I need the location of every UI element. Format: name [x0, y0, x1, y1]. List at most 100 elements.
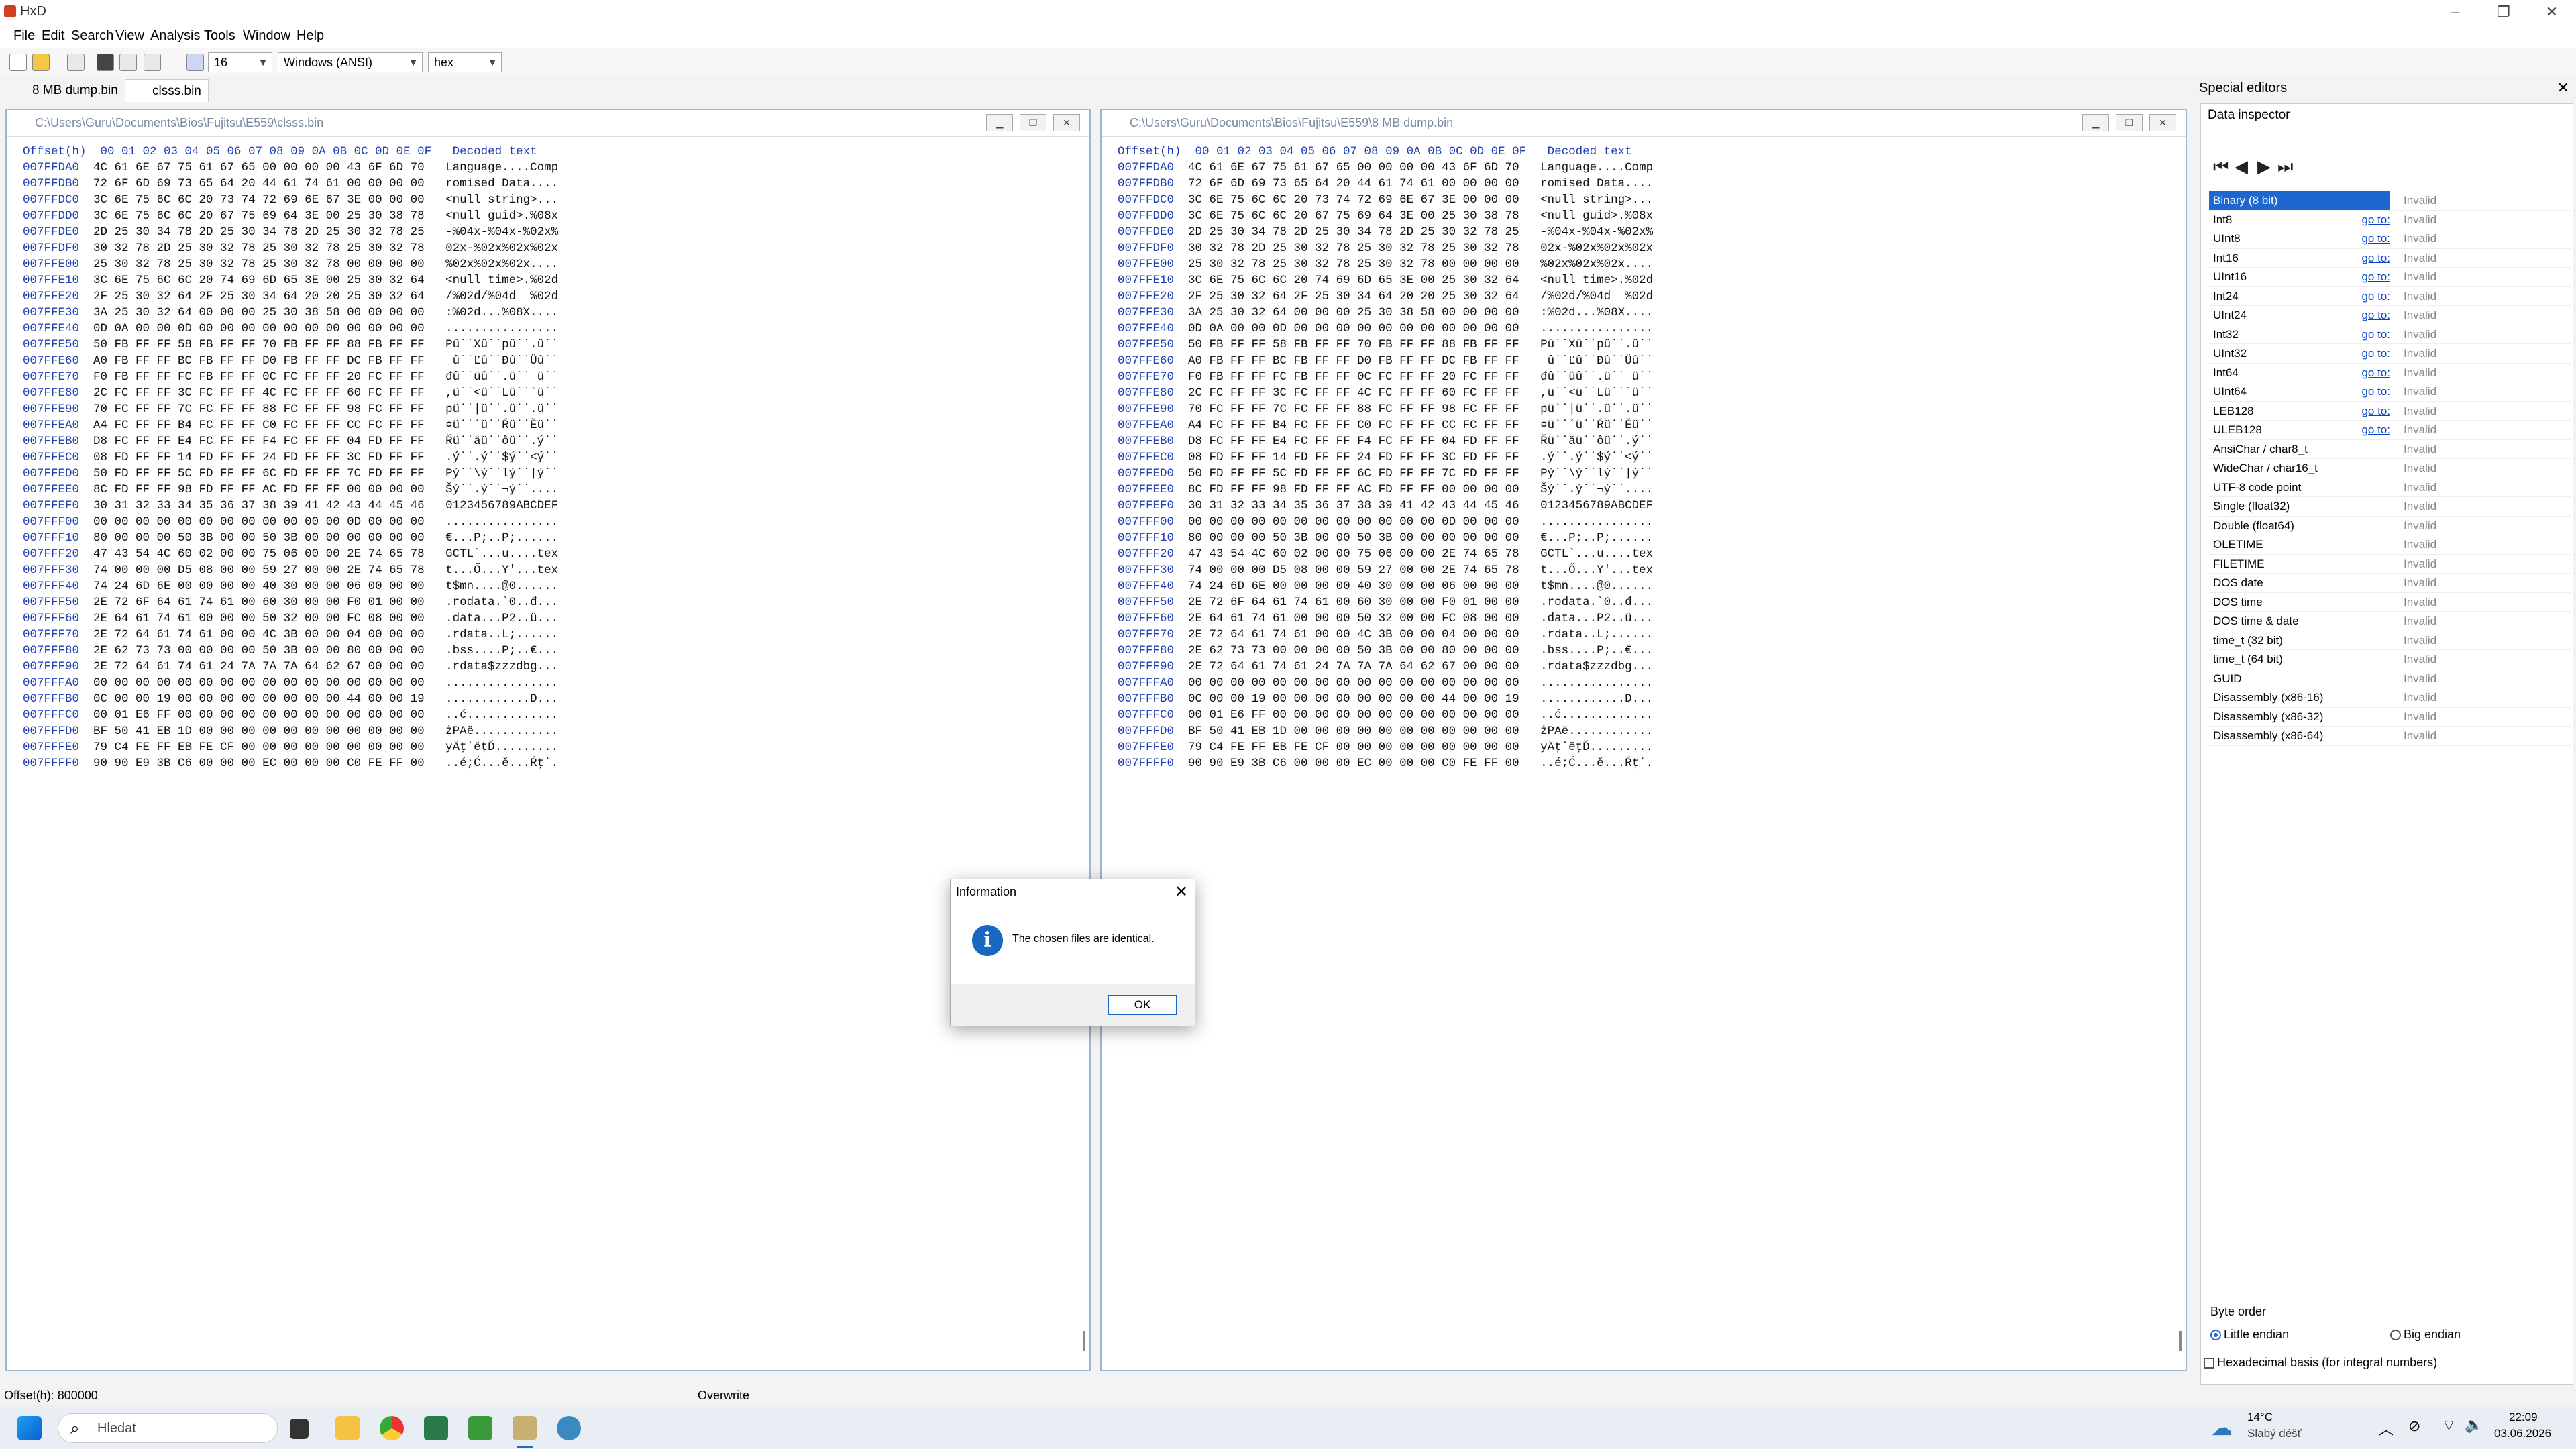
row-bytes[interactable]: 47 43 54 4C 60 02 00 00 75 06 00 00 2E 7…: [93, 547, 425, 561]
network-off-icon[interactable]: ⊘: [2408, 1417, 2420, 1435]
row-decoded-text[interactable]: <null string>...: [1540, 193, 1653, 207]
hex-row[interactable]: 007FFFB0 0C 00 00 19 00 00 00 00 00 00 0…: [23, 691, 558, 707]
goto-link[interactable]: go to:: [2350, 287, 2390, 306]
row-decoded-text[interactable]: ,ü˙˙<ü˙˙Lü˙˙`ü˙˙: [1540, 386, 1653, 400]
row-bytes[interactable]: 80 00 00 00 50 3B 00 00 50 3B 00 00 00 0…: [1188, 531, 1519, 545]
inspector-row[interactable]: Int32 go to: Invalid: [2209, 325, 2571, 344]
hex-row[interactable]: 007FFDA0 4C 61 6E 67 75 61 67 65 00 00 0…: [23, 160, 558, 176]
hex-row[interactable]: 007FFE00 25 30 32 78 25 30 32 78 25 30 3…: [23, 256, 558, 272]
hex-row[interactable]: 007FFE60 A0 FB FF FF BC FB FF FF D0 FB F…: [23, 353, 558, 369]
row-bytes[interactable]: 30 31 32 33 34 35 36 37 38 39 41 42 43 4…: [1188, 499, 1519, 513]
menu-edit[interactable]: Edit: [42, 28, 64, 44]
hex-row[interactable]: 007FFE40 0D 0A 00 00 0D 00 00 00 00 00 0…: [23, 321, 558, 337]
inspector-value[interactable]: Invalid: [2404, 478, 2436, 497]
row-bytes[interactable]: 79 C4 FE FF EB FE CF 00 00 00 00 00 00 0…: [1188, 741, 1519, 754]
chrome-icon[interactable]: [380, 1416, 404, 1440]
first-icon[interactable]: ⏮: [2213, 156, 2229, 178]
row-decoded-text[interactable]: yÄţ˙ëţĎ.........: [1540, 741, 1653, 754]
row-bytes[interactable]: 50 FD FF FF 5C FD FF FF 6C FD FF FF 7C F…: [1188, 467, 1519, 480]
hex-row[interactable]: 007FFEC0 08 FD FF FF 14 FD FF FF 24 FD F…: [23, 449, 558, 466]
hex-row[interactable]: 007FFE10 3C 6E 75 6C 6C 20 74 69 6D 65 3…: [23, 272, 558, 288]
hex-row[interactable]: 007FFEE0 8C FD FF FF 98 FD FF FF AC FD F…: [1118, 482, 1653, 498]
inspector-value[interactable]: Invalid: [2404, 497, 2436, 516]
goto-link[interactable]: go to:: [2350, 364, 2390, 382]
hxd-taskbar-icon[interactable]: [513, 1416, 537, 1440]
row-decoded-text[interactable]: pü˙˙|ü˙˙.ü˙˙.ü˙˙: [445, 402, 558, 416]
inspector-row[interactable]: AnsiChar / char8_t Invalid: [2209, 440, 2571, 459]
hex-row[interactable]: 007FFF90 2E 72 64 61 74 61 24 7A 7A 7A 6…: [23, 659, 558, 675]
row-decoded-text[interactable]: Language....Comp: [445, 161, 558, 174]
row-decoded-text[interactable]: đû˙˙üû˙˙.ü˙˙ ü˙˙: [1540, 370, 1653, 384]
inspector-row[interactable]: GUID Invalid: [2209, 669, 2571, 688]
save-icon[interactable]: [67, 54, 85, 71]
inspector-value[interactable]: Invalid: [2404, 631, 2436, 650]
row-bytes[interactable]: 50 FB FF FF 58 FB FF FF 70 FB FF FF 88 F…: [1188, 338, 1519, 352]
inspector-value[interactable]: Invalid: [2404, 249, 2436, 268]
inspector-value[interactable]: Invalid: [2404, 535, 2436, 554]
hex-row[interactable]: 007FFDE0 2D 25 30 34 78 2D 25 30 34 78 2…: [1118, 224, 1653, 240]
row-decoded-text[interactable]: ,ü˙˙<ü˙˙Lü˙˙`ü˙˙: [445, 386, 558, 400]
row-decoded-text[interactable]: Pý˙˙\ý˙˙lý˙˙|ý˙˙: [1540, 467, 1653, 480]
row-decoded-text[interactable]: /%02d/%04d %02d: [1540, 290, 1653, 303]
row-bytes[interactable]: 2E 72 64 61 74 61 24 7A 7A 7A 64 62 67 0…: [93, 660, 425, 674]
row-decoded-text[interactable]: -%04x-%04x-%02x%: [445, 225, 558, 239]
row-decoded-text[interactable]: .data...P2..ü...: [445, 612, 558, 625]
row-decoded-text[interactable]: Šý˙˙.ý˙˙¬ý˙˙....: [445, 483, 558, 496]
inspector-row[interactable]: UInt64 go to: Invalid: [2209, 382, 2571, 402]
inspector-row[interactable]: UInt16 go to: Invalid: [2209, 268, 2571, 287]
inspector-row[interactable]: Single (float32) Invalid: [2209, 497, 2571, 517]
row-bytes[interactable]: 50 FD FF FF 5C FD FF FF 6C FD FF FF 7C F…: [93, 467, 425, 480]
row-decoded-text[interactable]: ..é;Ć...ě...Ŕţ˙.: [1540, 757, 1653, 770]
row-decoded-text[interactable]: GCTL`...u....tex: [1540, 547, 1653, 561]
row-bytes[interactable]: 79 C4 FE FF EB FE CF 00 00 00 00 00 00 0…: [93, 741, 425, 754]
menu-analysis[interactable]: Analysis: [150, 28, 200, 44]
hex-row[interactable]: 007FFEB0 D8 FC FF FF E4 FC FF FF F4 FC F…: [23, 433, 558, 449]
row-bytes[interactable]: 0C 00 00 19 00 00 00 00 00 00 00 00 44 0…: [93, 692, 425, 706]
hex-row[interactable]: 007FFEC0 08 FD FF FF 14 FD FF FF 24 FD F…: [1118, 449, 1653, 466]
row-decoded-text[interactable]: .data...P2..ü...: [1540, 612, 1653, 625]
menu-tools[interactable]: Tools: [204, 28, 235, 44]
tab-clsss[interactable]: clsss.bin: [125, 79, 209, 102]
hex-row[interactable]: 007FFE70 F0 FB FF FF FC FB FF FF 0C FC F…: [1118, 369, 1653, 385]
hex-row[interactable]: 007FFFE0 79 C4 FE FF EB FE CF 00 00 00 0…: [1118, 739, 1653, 755]
inspector-row[interactable]: Int24 go to: Invalid: [2209, 287, 2571, 306]
inspector-value[interactable]: Invalid: [2404, 574, 2436, 592]
inspector-value[interactable]: Invalid: [2404, 344, 2436, 363]
inspector-row[interactable]: UInt8 go to: Invalid: [2209, 229, 2571, 249]
inspector-row[interactable]: ULEB128 go to: Invalid: [2209, 421, 2571, 440]
close-icon[interactable]: ✕: [2528, 0, 2576, 24]
row-decoded-text[interactable]: đû˙˙üû˙˙.ü˙˙ ü˙˙: [445, 370, 558, 384]
row-bytes[interactable]: D8 FC FF FF E4 FC FF FF F4 FC FF FF 04 F…: [1188, 435, 1519, 448]
row-bytes[interactable]: BF 50 41 EB 1D 00 00 00 00 00 00 00 00 0…: [1188, 724, 1519, 738]
row-bytes[interactable]: 2E 72 6F 64 61 74 61 00 60 30 00 00 F0 0…: [93, 596, 425, 609]
hex-row[interactable]: 007FFE20 2F 25 30 32 64 2F 25 30 34 64 2…: [23, 288, 558, 305]
hex-row[interactable]: 007FFDF0 30 32 78 2D 25 30 32 78 25 30 3…: [1118, 240, 1653, 256]
row-bytes[interactable]: 25 30 32 78 25 30 32 78 25 30 32 78 00 0…: [1188, 258, 1519, 271]
row-bytes[interactable]: 30 32 78 2D 25 30 32 78 25 30 32 78 25 3…: [93, 241, 425, 255]
row-bytes[interactable]: 72 6F 6D 69 73 65 64 20 44 61 74 61 00 0…: [1188, 177, 1519, 191]
row-bytes[interactable]: D8 FC FF FF E4 FC FF FF F4 FC FF FF 04 F…: [93, 435, 425, 448]
inspector-row[interactable]: time_t (64 bit) Invalid: [2209, 650, 2571, 669]
inspector-row[interactable]: Disassembly (x86-32) Invalid: [2209, 708, 2571, 727]
hex-row[interactable]: 007FFE20 2F 25 30 32 64 2F 25 30 34 64 2…: [1118, 288, 1653, 305]
row-bytes[interactable]: 74 00 00 00 D5 08 00 00 59 27 00 00 2E 7…: [1188, 564, 1519, 577]
hex-row[interactable]: 007FFF30 74 00 00 00 D5 08 00 00 59 27 0…: [23, 562, 558, 578]
row-bytes[interactable]: 2E 62 73 73 00 00 00 00 50 3B 00 00 80 0…: [93, 644, 425, 657]
hex-row[interactable]: 007FFE30 3A 25 30 32 64 00 00 00 25 30 3…: [23, 305, 558, 321]
hex-row[interactable]: 007FFEF0 30 31 32 33 34 35 36 37 38 39 4…: [23, 498, 558, 514]
ram-icon[interactable]: [97, 54, 114, 71]
charset-select[interactable]: Windows (ANSI) ▼: [278, 52, 423, 72]
close-icon[interactable]: ✕: [1053, 114, 1080, 131]
hex-row[interactable]: 007FFDB0 72 6F 6D 69 73 65 64 20 44 61 7…: [23, 176, 558, 192]
row-bytes[interactable]: BF 50 41 EB 1D 00 00 00 00 00 00 00 00 0…: [93, 724, 425, 738]
scrollbar-thumb[interactable]: [1083, 1331, 1085, 1351]
row-decoded-text[interactable]: ................: [445, 515, 558, 529]
inspector-value[interactable]: Invalid: [2404, 382, 2436, 401]
row-decoded-text[interactable]: ..ć.............: [445, 708, 558, 722]
restore-icon[interactable]: ❐: [2116, 114, 2143, 131]
inspector-row[interactable]: UInt24 go to: Invalid: [2209, 306, 2571, 325]
row-decoded-text[interactable]: €...P;..P;......: [445, 531, 558, 545]
hex-row[interactable]: 007FFF20 47 43 54 4C 60 02 00 00 75 06 0…: [23, 546, 558, 562]
row-bytes[interactable]: 2F 25 30 32 64 2F 25 30 34 64 20 20 25 3…: [93, 290, 425, 303]
inspector-value[interactable]: Invalid: [2404, 708, 2436, 727]
